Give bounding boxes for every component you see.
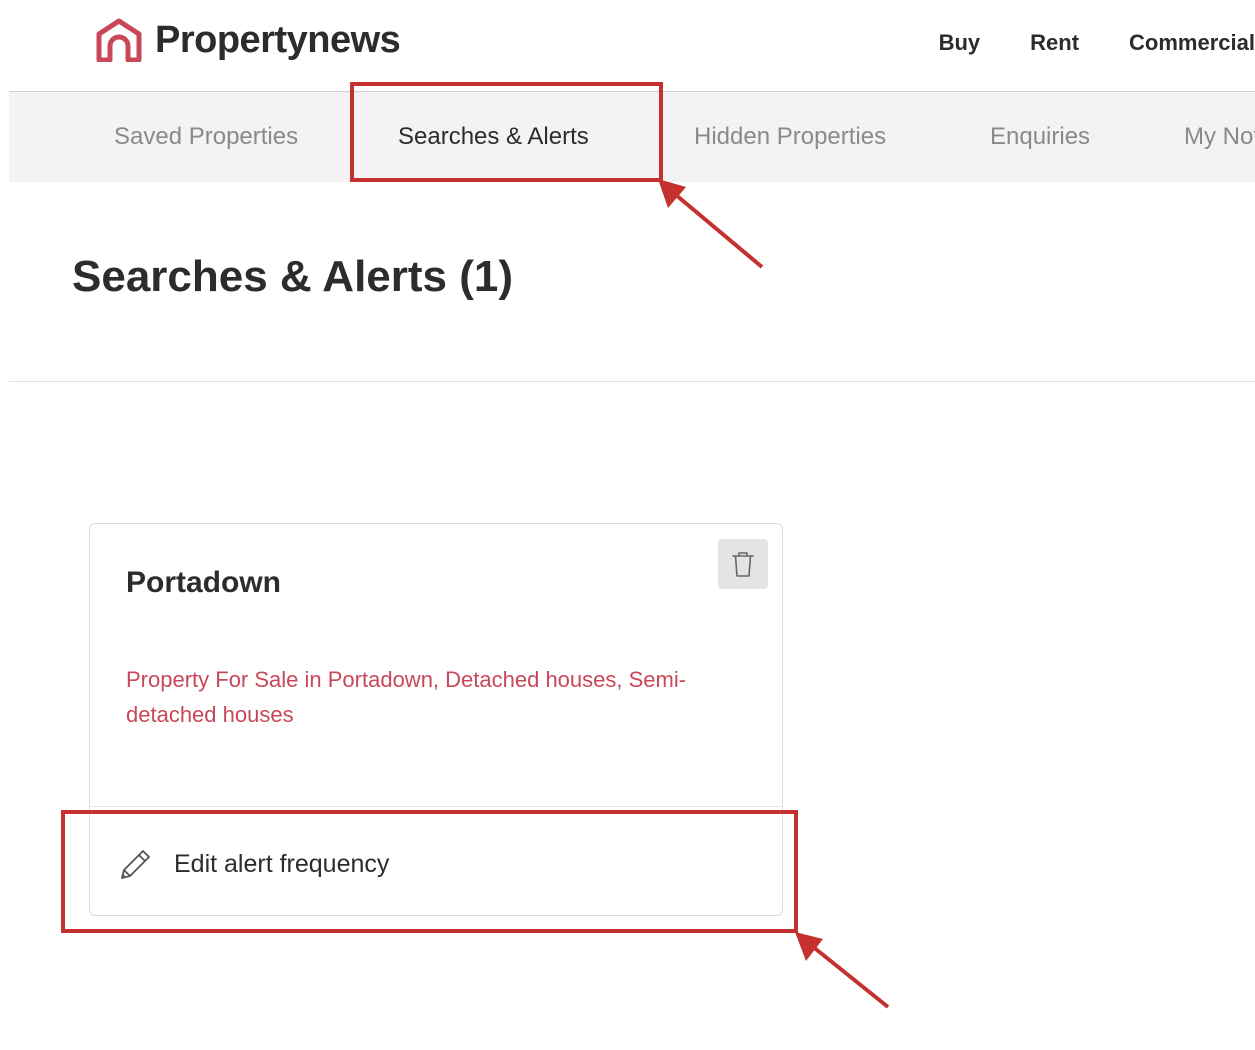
nav-buy[interactable]: Buy xyxy=(939,30,981,56)
page-title: Searches & Alerts (1) xyxy=(72,252,514,301)
logo-text: Propertynews xyxy=(155,18,401,61)
annotation-box-tab xyxy=(350,82,663,182)
tab-my-notes[interactable]: My Notes xyxy=(1184,92,1255,182)
nav-rent[interactable]: Rent xyxy=(1030,30,1079,56)
page: Propertynews Buy Rent Commercial Saved P… xyxy=(0,0,1255,1050)
tab-saved-properties[interactable]: Saved Properties xyxy=(114,92,298,182)
annotation-box-edit xyxy=(61,810,798,933)
card-divider xyxy=(90,806,782,807)
trash-icon xyxy=(732,552,754,577)
top-nav: Buy Rent Commercial xyxy=(939,30,1255,56)
search-title: Portadown xyxy=(126,566,281,599)
site-header: Propertynews Buy Rent Commercial xyxy=(0,0,1255,90)
section-divider xyxy=(9,381,1255,382)
nav-commercial[interactable]: Commercial xyxy=(1129,30,1255,56)
logo-link[interactable]: Propertynews xyxy=(95,18,401,62)
delete-search-button[interactable] xyxy=(718,539,768,589)
search-description-link[interactable]: Property For Sale in Portadown, Detached… xyxy=(126,662,706,732)
annotation-arrow-tab xyxy=(658,179,764,269)
annotation-arrow-edit xyxy=(795,932,890,1009)
tab-enquiries[interactable]: Enquiries xyxy=(990,92,1090,182)
tab-hidden-properties[interactable]: Hidden Properties xyxy=(694,92,886,182)
house-icon xyxy=(96,18,142,62)
